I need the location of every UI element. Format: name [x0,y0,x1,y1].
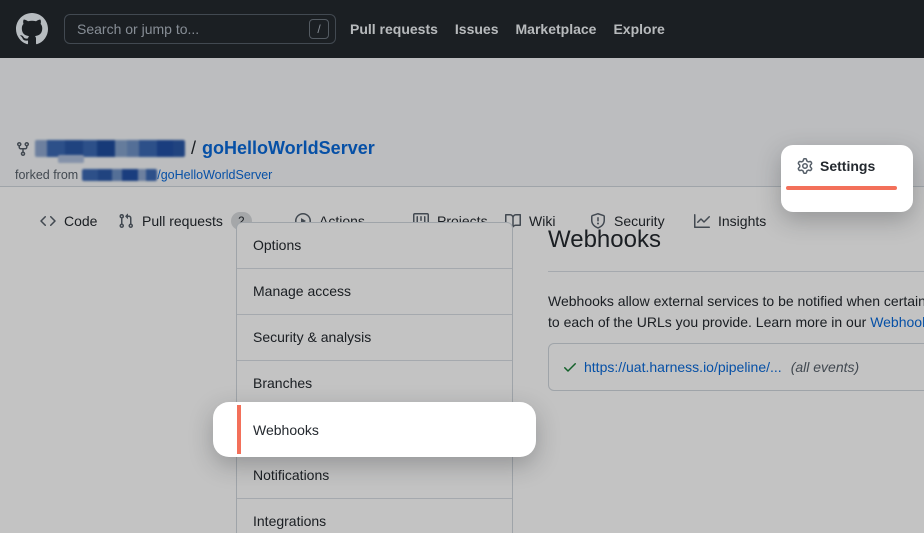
tab-settings-label: Settings [820,158,875,174]
gear-icon [797,158,813,174]
github-settings-page: / Pull requests Issues Marketplace Explo… [0,0,924,533]
webhooks-nav-spotlight: Webhooks [213,402,536,457]
settings-tab-spotlight: Settings [781,145,913,212]
settings-nav-webhooks[interactable]: Webhooks [237,405,512,454]
settings-tab-underline [786,186,897,190]
tab-settings[interactable]: Settings [797,158,875,174]
